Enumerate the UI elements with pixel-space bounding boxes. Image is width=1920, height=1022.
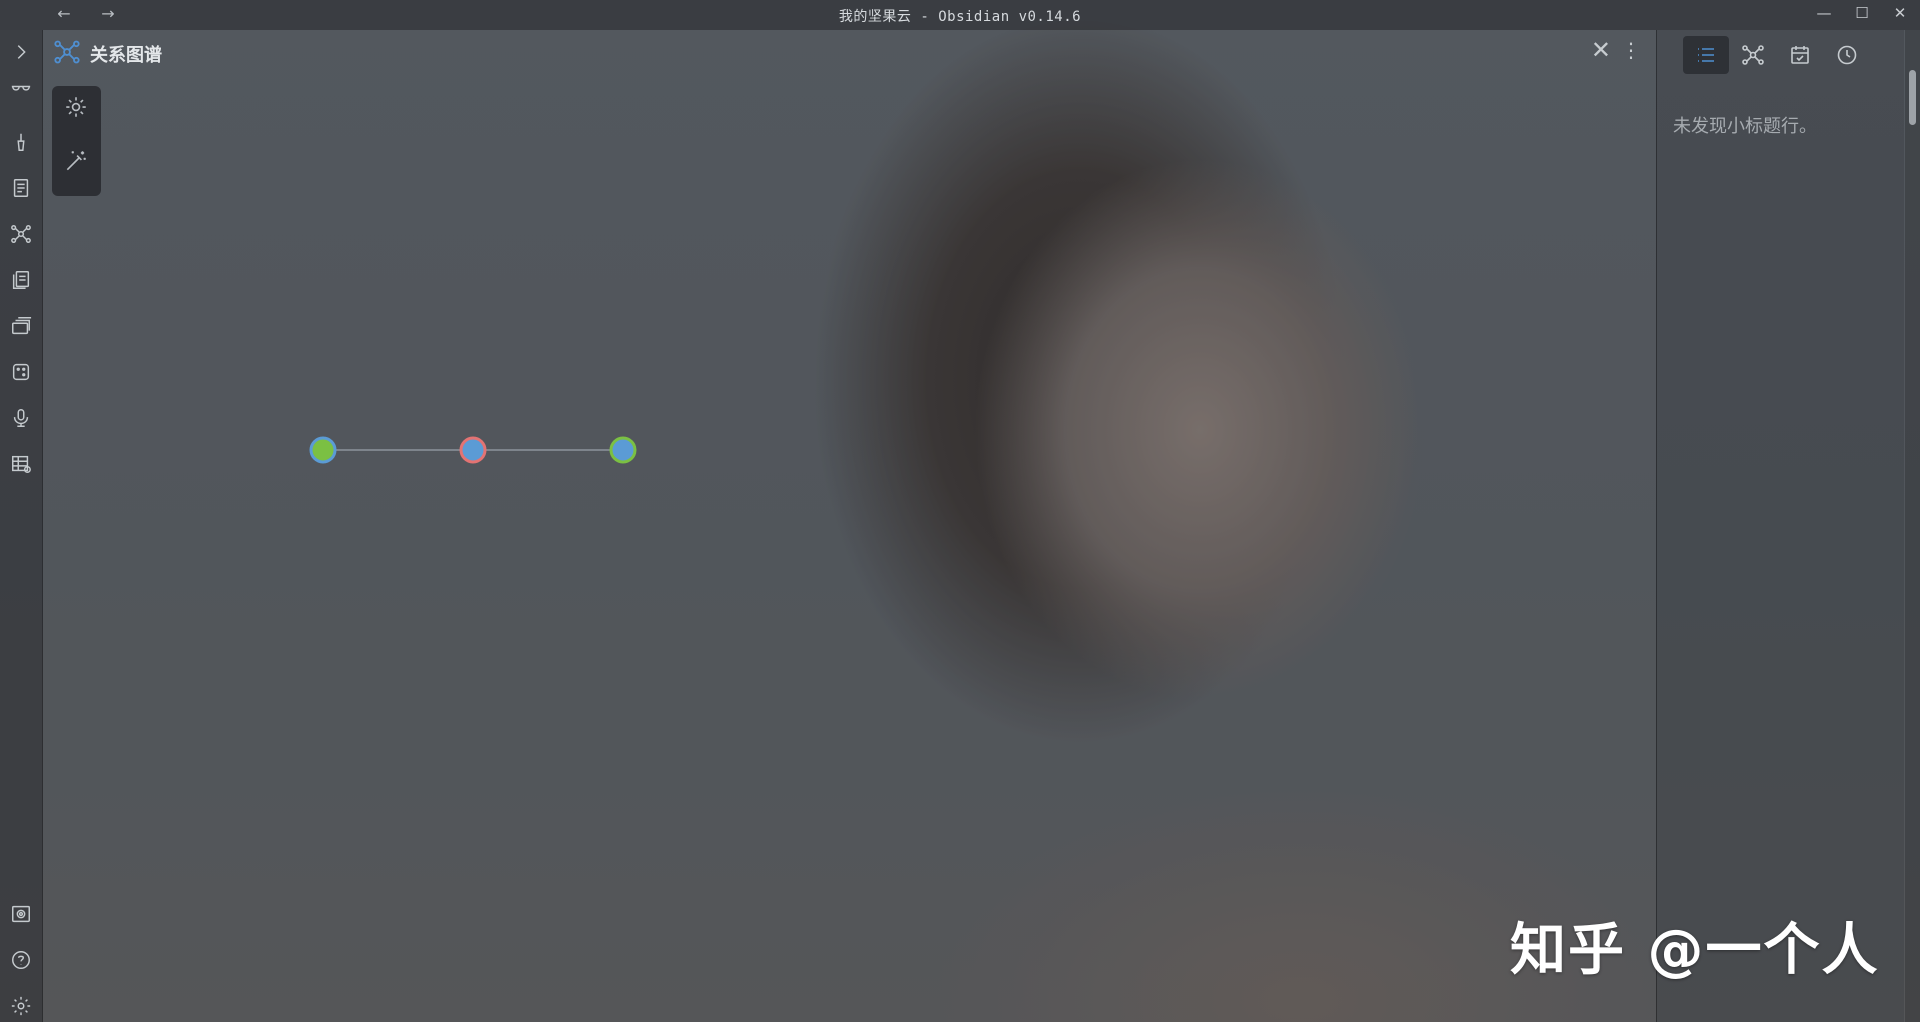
ribbon-brush[interactable] — [7, 128, 35, 156]
vault-icon — [12, 905, 30, 923]
tab-outline[interactable] — [1683, 36, 1729, 74]
animate-graph-button[interactable] — [63, 148, 91, 176]
scrollbar-thumb[interactable] — [1909, 70, 1916, 125]
files-icon — [12, 271, 30, 289]
window-close-button[interactable]: ✕ — [1885, 4, 1915, 22]
outline-empty-message: 未发现小标题行。 — [1673, 116, 1817, 137]
tab-calendar[interactable] — [1777, 36, 1823, 74]
expand-sidebar-button[interactable] — [7, 38, 35, 66]
close-pane-button[interactable]: ✕ — [1591, 36, 1611, 64]
ribbon-vault[interactable] — [7, 900, 35, 928]
graph-view-pane: 关系图谱 ✕ ⋮ — [43, 30, 1655, 1022]
right-sidebar: 未发现小标题行。 — [1656, 30, 1904, 1022]
graph-node[interactable] — [609, 436, 637, 464]
watermark: 知乎 @一个人 — [1510, 918, 1880, 983]
table-icon — [12, 455, 31, 473]
glasses-icon — [11, 85, 31, 91]
tab-local-graph[interactable] — [1730, 36, 1776, 74]
window-title: 我的坚果云 - Obsidian v0.14.6 — [838, 9, 1082, 25]
graph-icon — [11, 225, 31, 243]
ribbon-files[interactable] — [7, 266, 35, 294]
tab-recent[interactable] — [1824, 36, 1870, 74]
graph-settings-button[interactable] — [63, 94, 91, 122]
clock-icon — [1837, 45, 1857, 65]
help-button[interactable] — [7, 946, 35, 974]
pane-title: 关系图谱 — [90, 45, 162, 66]
ribbon-graph[interactable] — [7, 220, 35, 248]
pane-header: 关系图谱 ✕ ⋮ — [43, 30, 1655, 76]
ribbon-microphone[interactable] — [7, 404, 35, 432]
help-icon — [12, 951, 30, 969]
settings-button[interactable] — [7, 992, 35, 1020]
cards-icon — [12, 317, 32, 335]
graph-controls — [52, 86, 101, 196]
microphone-icon — [13, 409, 29, 427]
outline-icon — [1698, 48, 1714, 62]
graph-canvas[interactable] — [43, 30, 1655, 1022]
ribbon-cards[interactable] — [7, 312, 35, 340]
graph-view-icon — [54, 40, 80, 64]
ribbon-file-list[interactable] — [7, 174, 35, 202]
graph-icon — [1742, 45, 1764, 65]
ribbon-glasses[interactable] — [7, 78, 35, 106]
scrollbar[interactable] — [1905, 30, 1920, 1022]
title-bar: ← → 我的坚果云 - Obsidian v0.14.6 — ☐ ✕ — [0, 0, 1920, 30]
left-ribbon — [0, 30, 43, 1022]
file-list-icon — [13, 179, 29, 197]
graph-node[interactable] — [459, 436, 487, 464]
gear-icon — [66, 97, 86, 117]
settings-icon — [11, 996, 31, 1016]
minimize-button[interactable]: — — [1809, 4, 1839, 22]
ribbon-table[interactable] — [7, 450, 35, 478]
dice-icon — [12, 363, 30, 381]
calendar-icon — [1791, 46, 1809, 64]
chevron-right-icon — [17, 45, 26, 59]
maximize-button[interactable]: ☐ — [1847, 4, 1877, 22]
ribbon-dice[interactable] — [7, 358, 35, 386]
brush-icon — [17, 133, 25, 151]
magic-wand-icon — [66, 151, 86, 171]
more-options-button[interactable]: ⋮ — [1621, 38, 1641, 62]
graph-node[interactable] — [309, 436, 337, 464]
